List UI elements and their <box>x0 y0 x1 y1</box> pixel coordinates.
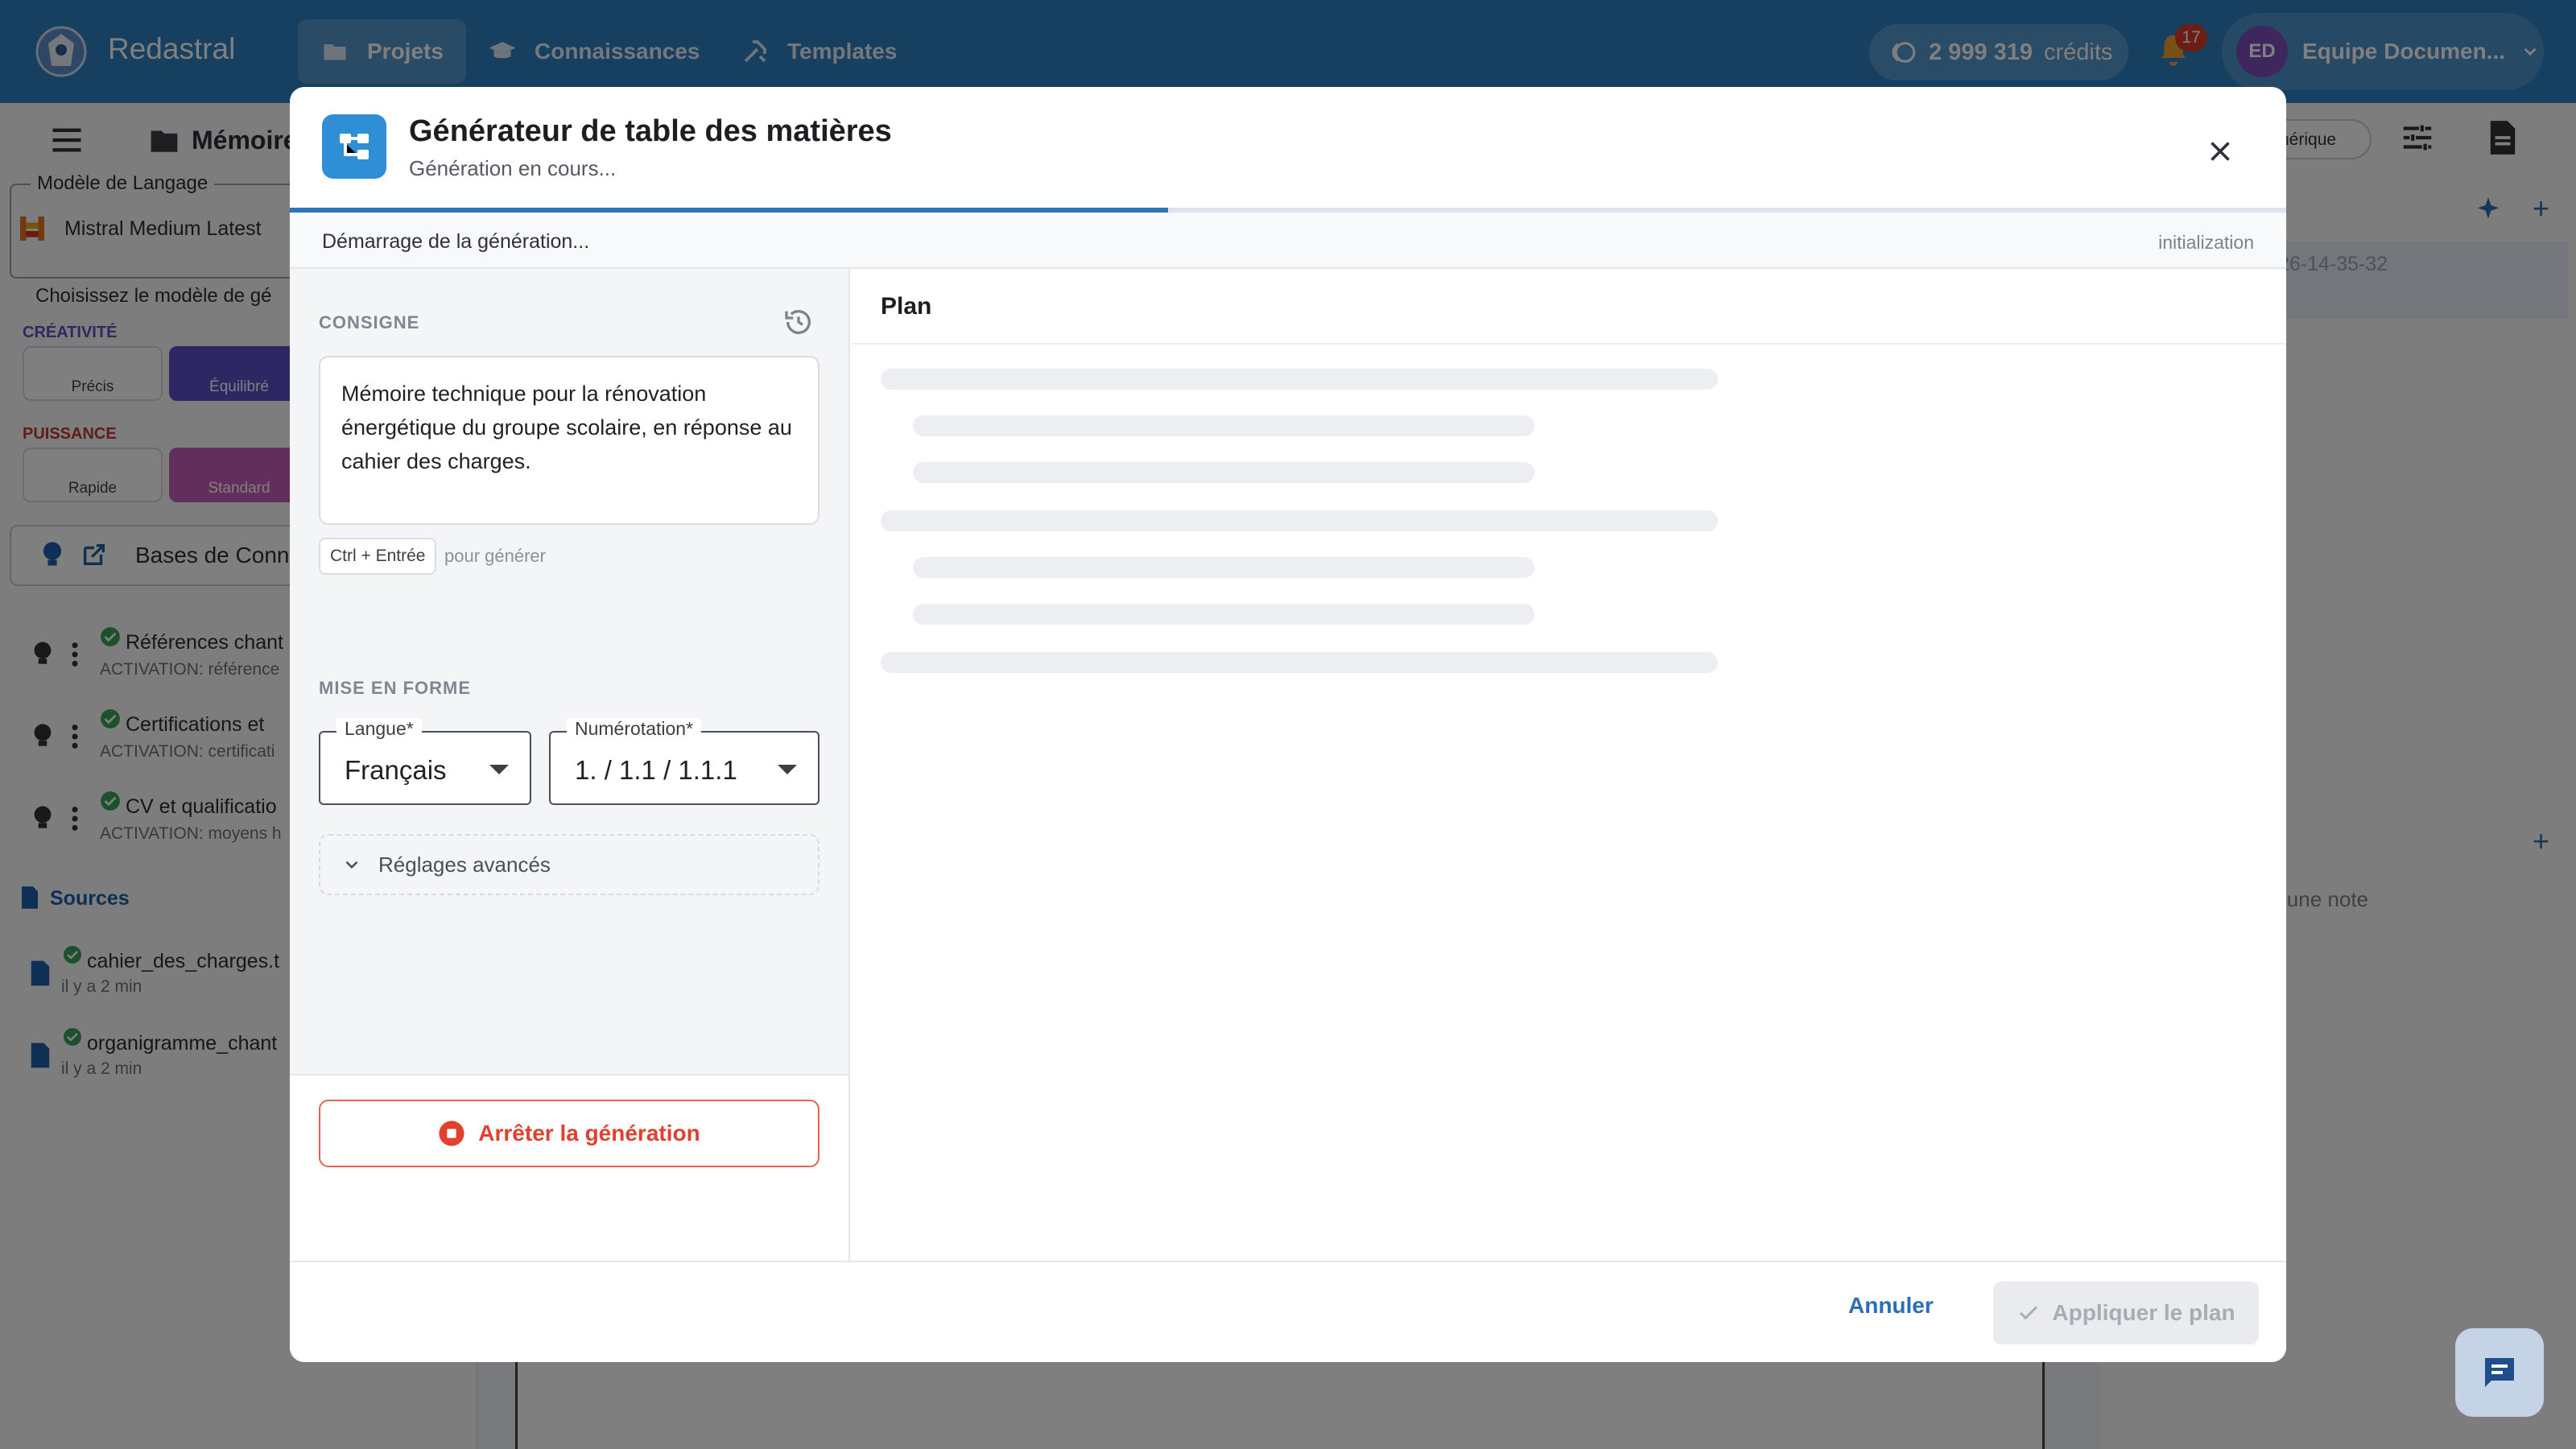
chevron-down-icon <box>345 861 358 869</box>
numerotation-value: 1. / 1.1 / 1.1.1 <box>575 755 737 785</box>
advanced-settings-label: Réglages avancés <box>378 852 551 877</box>
plan-title: Plan <box>881 293 932 320</box>
skeleton-line <box>913 557 1534 578</box>
format-label: MISE EN FORME <box>319 678 472 698</box>
cancel-button[interactable]: Annuler <box>1848 1293 1934 1319</box>
caret-down-icon <box>778 765 797 774</box>
numerotation-label: Numérotation* <box>567 718 702 740</box>
dialog-title: Générateur de table des matières <box>409 114 892 148</box>
status-text: Démarrage de la génération... <box>322 230 590 253</box>
caret-down-icon <box>489 765 509 774</box>
apply-plan-button[interactable]: Appliquer le plan <box>1993 1282 2259 1344</box>
skeleton-line <box>913 604 1534 625</box>
close-button[interactable] <box>2198 129 2243 174</box>
consigne-label: CONSIGNE <box>319 312 420 332</box>
numerotation-select[interactable]: Numérotation* 1. / 1.1 / 1.1.1 <box>549 718 819 805</box>
keyboard-shortcut: Ctrl + Entrée <box>319 538 437 575</box>
apply-plan-label: Appliquer le plan <box>2052 1300 2235 1325</box>
advanced-settings-toggle[interactable]: Réglages avancés <box>319 834 819 895</box>
skeleton-line <box>881 510 1718 531</box>
chat-icon <box>2485 1358 2514 1387</box>
status-row: Démarrage de la génération... initializa… <box>290 213 2286 269</box>
langue-value: Français <box>345 755 447 785</box>
shortcut-hint: pour générer <box>444 546 546 566</box>
dialog-subtitle: Génération en cours... <box>409 156 617 180</box>
stop-generation-button[interactable]: Arrêter la génération <box>319 1100 819 1167</box>
skeleton-line <box>913 415 1534 436</box>
status-phase: initialization <box>2158 232 2254 253</box>
skeleton-line <box>881 652 1718 673</box>
stop-generation-label: Arrêter la génération <box>478 1121 700 1146</box>
plan-header: Plan <box>852 269 2286 345</box>
close-icon <box>2211 142 2230 161</box>
history-icon[interactable] <box>782 306 815 338</box>
langue-label: Langue* <box>336 718 422 740</box>
langue-select[interactable]: Langue* Français <box>319 718 531 805</box>
skeleton-line <box>881 369 1718 390</box>
stop-area: Arrêter la génération <box>290 1074 848 1269</box>
stop-circle-icon <box>439 1121 464 1146</box>
prompt-textarea[interactable]: Mémoire technique pour la rénovation éne… <box>319 356 819 525</box>
skeleton-line <box>913 462 1534 483</box>
toc-generator-dialog: Générateur de table des matières Générat… <box>290 87 2286 1362</box>
toc-icon <box>322 114 386 179</box>
dialog-footer: Annuler Appliquer le plan <box>290 1261 2286 1362</box>
check-icon <box>2020 1306 2038 1320</box>
plan-panel: Plan <box>852 269 2286 1269</box>
settings-column: CONSIGNE Mémoire technique pour la rénov… <box>290 269 850 1269</box>
chat-button[interactable] <box>2455 1328 2544 1417</box>
